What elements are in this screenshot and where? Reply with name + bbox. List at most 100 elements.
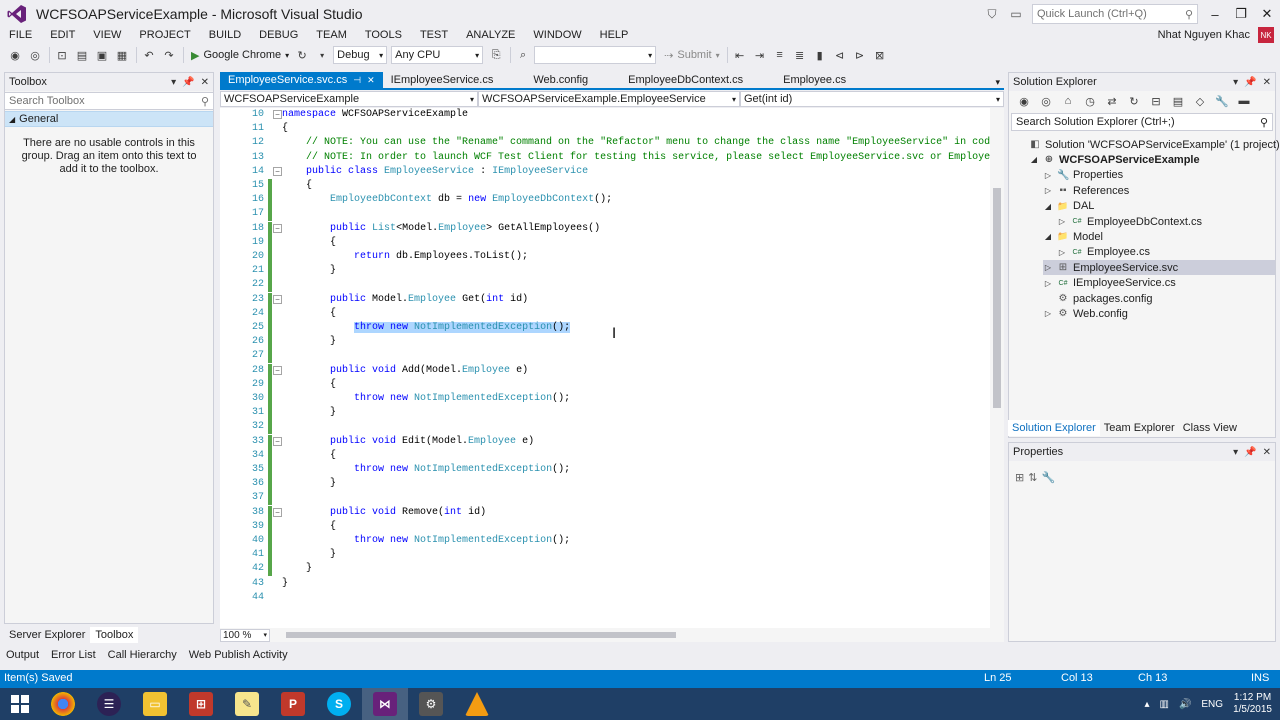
- restore-button[interactable]: ❐: [1228, 0, 1254, 28]
- tree-item[interactable]: ◢ ⊕ WCFSOAPServiceExample: [1029, 152, 1200, 167]
- refresh-icon[interactable]: ↻: [1125, 92, 1143, 110]
- comment-icon[interactable]: ≡: [771, 46, 789, 64]
- chevron-down-icon[interactable]: ▾: [1233, 447, 1238, 458]
- code-line[interactable]: 16 EmployeeDbContext db = new EmployeeDb…: [220, 193, 990, 208]
- code-line[interactable]: 24 {: [220, 306, 990, 321]
- expand-arrow-icon[interactable]: ▷: [1043, 186, 1053, 195]
- doc-tab-employeeservice-svc-cs[interactable]: EmployeeService.svc.cs ⊣ ✕: [220, 72, 383, 88]
- code-line[interactable]: 30 throw new NotImplementedException();: [220, 392, 990, 406]
- configuration-select[interactable]: Debug ▾: [333, 46, 388, 64]
- new-project-icon[interactable]: ⊡: [53, 46, 71, 64]
- code-line[interactable]: 38− public void Remove(int id): [220, 505, 990, 520]
- code-line[interactable]: 20 return db.Employees.ToList();: [220, 250, 990, 264]
- collapse-region-icon[interactable]: −: [273, 436, 282, 446]
- menu-build[interactable]: BUILD: [200, 29, 250, 41]
- save-all-icon[interactable]: ▦: [113, 46, 131, 64]
- visual-studio-app-icon[interactable]: ⋈: [362, 688, 408, 720]
- collapse-all-icon[interactable]: ⊟: [1147, 92, 1165, 110]
- minimize-button[interactable]: –: [1202, 0, 1228, 28]
- notes-app-icon[interactable]: ✎: [224, 688, 270, 720]
- menu-team[interactable]: TEAM: [307, 29, 356, 41]
- chevron-down-icon[interactable]: ▾: [991, 77, 1004, 88]
- chevron-down-icon[interactable]: ▾: [171, 77, 176, 88]
- menu-test[interactable]: TEST: [411, 29, 457, 41]
- zoom-select[interactable]: 100 % ▾: [220, 628, 270, 642]
- code-line[interactable]: 43}: [220, 577, 990, 591]
- member-select[interactable]: Get(int id) ▾: [740, 91, 1004, 107]
- code-line[interactable]: 37: [220, 491, 990, 506]
- menu-tools[interactable]: TOOLS: [356, 29, 411, 41]
- menu-window[interactable]: WINDOW: [524, 29, 590, 41]
- solution-search-input[interactable]: Search Solution Explorer (Ctrl+;) ⚲: [1011, 113, 1273, 131]
- skype-app-icon[interactable]: S: [316, 688, 362, 720]
- undo-icon[interactable]: ↶: [140, 46, 158, 64]
- doc-tab-web-config[interactable]: Web.config: [525, 72, 596, 88]
- tab-class-view[interactable]: Class View: [1179, 420, 1241, 436]
- sync-icon[interactable]: ⇄: [1103, 92, 1121, 110]
- start-debugging-button[interactable]: ▶ Google Chrome ▾: [187, 49, 293, 62]
- feedback-icon[interactable]: ▭: [1004, 4, 1028, 24]
- code-line[interactable]: 27: [220, 349, 990, 364]
- tray-arrow-icon[interactable]: ▴: [1144, 699, 1149, 710]
- eclipse-app-icon[interactable]: ☰: [86, 688, 132, 720]
- tab-server-explorer[interactable]: Server Explorer: [4, 627, 90, 643]
- tree-item[interactable]: ▷ ⊞ EmployeeService.svc: [1043, 260, 1275, 276]
- network-icon[interactable]: ▥: [1159, 699, 1168, 710]
- prev-bookmark-icon[interactable]: ⊲: [831, 46, 849, 64]
- code-line[interactable]: 28− public void Add(Model.Employee e): [220, 363, 990, 378]
- doc-tab-employee-cs[interactable]: Employee.cs: [775, 72, 854, 88]
- find-icon[interactable]: ⌕: [514, 46, 532, 64]
- code-line[interactable]: 41 }: [220, 548, 990, 563]
- tree-item[interactable]: ◢ 📁 DAL: [1043, 199, 1094, 214]
- menu-edit[interactable]: EDIT: [41, 29, 84, 41]
- expand-arrow-icon[interactable]: ▷: [1043, 279, 1053, 288]
- tree-item[interactable]: ▷ C# EmployeeDbContext.cs: [1057, 214, 1202, 229]
- collapse-region-icon[interactable]: −: [273, 507, 282, 517]
- pin-icon[interactable]: 📌: [1244, 447, 1256, 458]
- chrome-app-icon[interactable]: [40, 688, 86, 720]
- tree-item[interactable]: ▷ 🔧 Properties: [1043, 168, 1123, 183]
- chevron-down-icon[interactable]: ▾: [1233, 77, 1238, 88]
- code-line[interactable]: 15 {: [220, 179, 990, 193]
- volume-icon[interactable]: 🔊: [1179, 699, 1191, 710]
- open-file-icon[interactable]: ▤: [73, 46, 91, 64]
- code-line[interactable]: 33− public void Edit(Model.Employee e): [220, 434, 990, 449]
- doc-tab-iemployeeservice-cs[interactable]: IEmployeeService.cs: [383, 72, 502, 88]
- properties-icon[interactable]: 🔧: [1213, 92, 1231, 110]
- collapse-region-icon[interactable]: −: [273, 294, 282, 304]
- submit-button[interactable]: ⇢ Submit ▾: [660, 49, 723, 62]
- redo-icon[interactable]: ↷: [160, 46, 178, 64]
- code-line[interactable]: 25 throw new NotImplementedException();: [220, 321, 990, 335]
- code-line[interactable]: 44: [220, 591, 990, 605]
- tree-item[interactable]: ▷ ⚙ Web.config: [1043, 306, 1128, 321]
- show-all-files-icon[interactable]: ▤: [1169, 92, 1187, 110]
- pin-icon[interactable]: 📌: [1244, 77, 1256, 88]
- close-icon[interactable]: ✕: [1263, 77, 1271, 88]
- close-icon[interactable]: ✕: [367, 75, 375, 86]
- office-app-icon[interactable]: P: [270, 688, 316, 720]
- refresh-icon[interactable]: ↻: [293, 46, 311, 64]
- close-button[interactable]: ✕: [1254, 0, 1280, 28]
- code-line[interactable]: 36 }: [220, 477, 990, 492]
- collapse-region-icon[interactable]: −: [273, 110, 282, 119]
- collapse-region-icon[interactable]: −: [273, 365, 282, 375]
- expand-arrow-icon[interactable]: ▷: [1043, 171, 1053, 180]
- tool-app-icon[interactable]: ⚙: [408, 688, 454, 720]
- windows-start-icon[interactable]: [0, 688, 40, 720]
- code-line[interactable]: 39 {: [220, 519, 990, 534]
- code-line[interactable]: 23− public Model.Employee Get(int id): [220, 292, 990, 307]
- clear-bookmarks-icon[interactable]: ⊠: [871, 46, 889, 64]
- close-icon[interactable]: ✕: [1263, 447, 1271, 458]
- tree-item[interactable]: ◧ Solution 'WCFSOAPServiceExample' (1 pro…: [1015, 137, 1279, 152]
- menu-analyze[interactable]: ANALYZE: [457, 29, 524, 41]
- forward-icon[interactable]: ◎: [1037, 92, 1055, 110]
- code-line[interactable]: 18− public List<Model.Employee> GetAllEm…: [220, 221, 990, 236]
- expanded-arrow-icon[interactable]: ◢: [1043, 232, 1053, 241]
- code-line[interactable]: 32: [220, 420, 990, 435]
- back-icon[interactable]: ◉: [6, 46, 24, 64]
- tab-web-publish-activity[interactable]: Web Publish Activity: [183, 647, 294, 663]
- doc-tab-employeedbcontext-cs[interactable]: EmployeeDbContext.cs: [620, 72, 751, 88]
- tree-item[interactable]: ▷ ▪▪ References: [1043, 183, 1129, 198]
- chevron-down-icon[interactable]: ▾: [313, 46, 331, 64]
- quick-launch-input[interactable]: Quick Launch (Ctrl+Q) ⚲: [1032, 4, 1198, 24]
